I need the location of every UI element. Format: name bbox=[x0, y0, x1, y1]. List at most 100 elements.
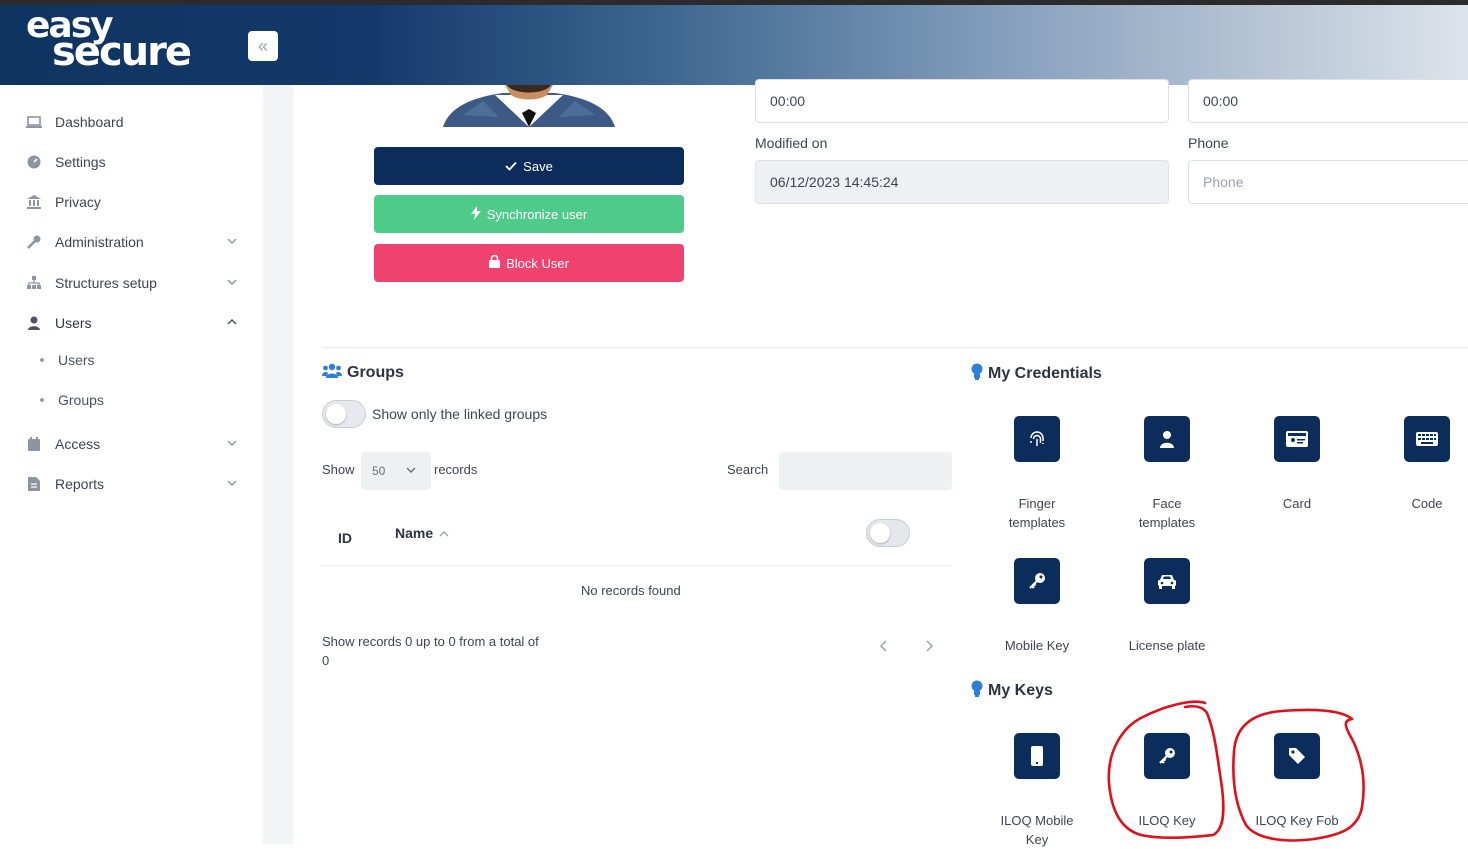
linked-groups-label: Show only the linked groups bbox=[372, 406, 548, 422]
tag-icon bbox=[1274, 733, 1320, 779]
phone-input[interactable]: Phone bbox=[1188, 160, 1468, 204]
gauge-icon bbox=[26, 154, 42, 170]
show-label: Show bbox=[322, 462, 355, 477]
sidebar-subitem-groups[interactable]: Groups bbox=[40, 392, 104, 408]
credential-code[interactable]: Code bbox=[1367, 416, 1468, 513]
credential-label: License plate bbox=[1107, 636, 1227, 655]
sidebar-subitem-label: Groups bbox=[58, 392, 104, 408]
groups-title-text: Groups bbox=[347, 364, 404, 381]
groups-title: Groups bbox=[322, 363, 404, 383]
save-button[interactable]: Save bbox=[374, 147, 684, 185]
sitemap-icon bbox=[26, 275, 42, 291]
sidebar-item-label: Settings bbox=[55, 154, 106, 170]
toggle-knob bbox=[326, 404, 346, 424]
easysecure-logo[interactable]: easy secure bbox=[26, 8, 192, 75]
synchronize-user-button[interactable]: Synchronize user bbox=[374, 195, 684, 233]
sidebar-item-dashboard[interactable]: Dashboard bbox=[26, 110, 246, 134]
credential-label-line-2: templates bbox=[1008, 515, 1066, 530]
page-size-select[interactable]: 50 bbox=[361, 452, 431, 490]
user-icon bbox=[1144, 416, 1190, 462]
credential-label: Face templates bbox=[1107, 494, 1227, 532]
double-chevron-left-icon: « bbox=[257, 35, 268, 56]
block-user-button[interactable]: Block User bbox=[374, 244, 684, 282]
bullet-dot bbox=[40, 398, 44, 402]
chevron-right-icon bbox=[924, 640, 934, 657]
sidebar-item-label: Dashboard bbox=[55, 114, 124, 130]
block-button-label: Block User bbox=[506, 255, 569, 271]
sidebar-item-structures-setup[interactable]: Structures setup bbox=[26, 271, 246, 295]
credential-label: Card bbox=[1237, 494, 1357, 513]
sidebar-subitem-label: Users bbox=[58, 352, 95, 368]
phone-label: Phone bbox=[1188, 135, 1229, 151]
time-field-1[interactable]: 00:00 bbox=[755, 79, 1169, 123]
phone-placeholder: Phone bbox=[1203, 174, 1244, 190]
sidebar-item-administration[interactable]: Administration bbox=[26, 230, 246, 254]
page-size-value: 50 bbox=[372, 464, 386, 478]
sidebar-item-privacy[interactable]: Privacy bbox=[26, 190, 246, 214]
table-select-toggle[interactable] bbox=[866, 519, 910, 547]
key-label: ILOQ Mobile Key bbox=[977, 811, 1097, 849]
main-content: Save Synchronize user Block User 00:00 0… bbox=[293, 79, 1468, 847]
key-iloq-key[interactable]: ILOQ Key bbox=[1107, 733, 1227, 830]
key-iloq-mobile-key[interactable]: ILOQ Mobile Key bbox=[977, 733, 1097, 849]
section-divider bbox=[322, 347, 1468, 348]
user-icon bbox=[26, 315, 42, 331]
fingerprint-icon bbox=[1014, 416, 1060, 462]
lightbulb-icon bbox=[971, 680, 983, 702]
credential-label: Mobile Key bbox=[977, 636, 1097, 655]
credential-label-line-1: Card bbox=[1282, 496, 1312, 511]
time-field-2[interactable]: 00:00 bbox=[1188, 79, 1468, 123]
credential-face-templates[interactable]: Face templates bbox=[1107, 416, 1227, 532]
key-label-line-1: ILOQ Key bbox=[1138, 813, 1196, 828]
credential-card[interactable]: Card bbox=[1237, 416, 1357, 513]
linked-groups-toggle[interactable] bbox=[322, 400, 366, 428]
users-icon bbox=[322, 363, 342, 383]
key-icon bbox=[1014, 558, 1060, 604]
key-label-line-1: ILOQ Mobile bbox=[1000, 813, 1074, 828]
sidebar-item-reports[interactable]: Reports bbox=[26, 472, 246, 496]
collapse-sidebar-button[interactable]: « bbox=[248, 31, 278, 61]
chevron-down-icon bbox=[226, 275, 240, 289]
records-footer: Show records 0 up to 0 from a total of 0 bbox=[322, 632, 539, 670]
bolt-icon bbox=[470, 205, 481, 223]
time-field-1-value: 00:00 bbox=[770, 93, 806, 109]
column-header-name[interactable]: Name bbox=[395, 525, 449, 541]
column-header-id[interactable]: ID bbox=[338, 530, 352, 546]
user-avatar bbox=[443, 85, 615, 127]
lightbulb-icon bbox=[971, 363, 983, 385]
credential-label: Code bbox=[1367, 494, 1468, 513]
laptop-icon bbox=[26, 114, 42, 130]
next-page-button[interactable] bbox=[924, 639, 934, 658]
credential-license-plate[interactable]: License plate bbox=[1107, 558, 1227, 655]
key-label-line-1: ILOQ Key Fob bbox=[1255, 813, 1339, 828]
lock-icon bbox=[489, 254, 501, 271]
key-iloq-key-fob[interactable]: ILOQ Key Fob bbox=[1237, 733, 1357, 830]
chevron-down-icon bbox=[226, 234, 240, 248]
prev-page-button[interactable] bbox=[879, 639, 889, 658]
search-label: Search bbox=[727, 462, 769, 477]
id-card-icon bbox=[1274, 416, 1320, 462]
mobile-icon bbox=[1014, 733, 1060, 779]
sidebar-item-access[interactable]: Access bbox=[26, 432, 246, 456]
wrench-icon bbox=[26, 234, 42, 250]
file-icon bbox=[26, 476, 42, 492]
credential-label-line-1: Code bbox=[1411, 496, 1443, 511]
sync-button-label: Synchronize user bbox=[486, 206, 588, 222]
credential-finger-templates[interactable]: Finger templates bbox=[977, 416, 1097, 532]
calendar-icon bbox=[26, 436, 42, 452]
car-icon bbox=[1144, 558, 1190, 604]
sidebar-item-label: Reports bbox=[55, 476, 105, 492]
check-icon bbox=[505, 159, 517, 174]
groups-search-input[interactable] bbox=[779, 452, 952, 490]
my-keys-title-text: My Keys bbox=[988, 682, 1053, 699]
sidebar-item-settings[interactable]: Settings bbox=[26, 150, 246, 174]
my-credentials-title: My Credentials bbox=[971, 363, 1102, 385]
sidebar-item-users[interactable]: Users bbox=[26, 311, 246, 335]
sidebar-subitem-users[interactable]: Users bbox=[40, 352, 95, 368]
key-icon bbox=[1144, 733, 1190, 779]
building-columns-icon bbox=[26, 194, 42, 210]
logo-line-2: secure bbox=[52, 29, 192, 75]
credential-mobile-key[interactable]: Mobile Key bbox=[977, 558, 1097, 655]
modified-on-value: 06/12/2023 14:45:24 bbox=[770, 174, 899, 190]
keyboard-icon bbox=[1404, 416, 1450, 462]
